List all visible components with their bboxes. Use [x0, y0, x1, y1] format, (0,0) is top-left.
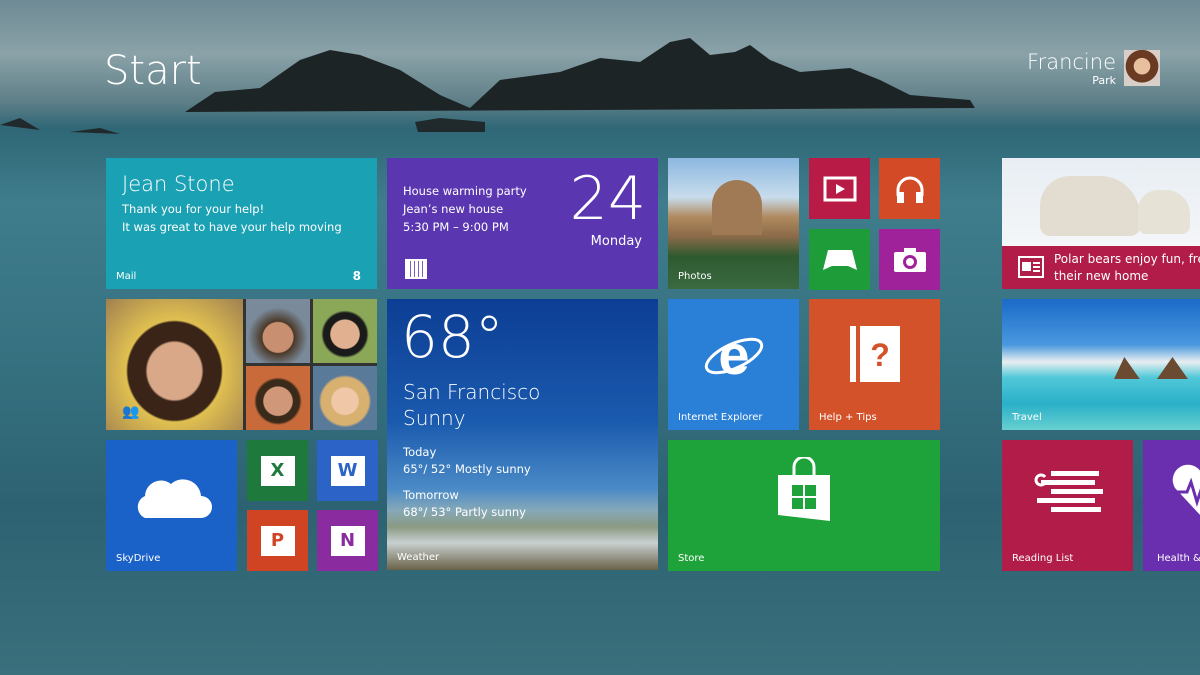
today-forecast: 65°/ 52° Mostly sunny — [403, 462, 531, 476]
person-photo — [313, 366, 377, 430]
tile-weather[interactable]: 68° San Francisco Sunny Today 65°/ 52° M… — [387, 299, 658, 570]
tile-label: Help + Tips — [819, 412, 877, 423]
polar-bears-image — [1002, 158, 1200, 246]
news-icon — [1018, 256, 1044, 278]
rotunda-image — [712, 180, 762, 235]
condition: Sunny — [403, 406, 466, 430]
help-book-icon: ? — [849, 326, 900, 383]
page-title: Start — [104, 48, 202, 94]
weather-summary: San Francisco Sunny — [403, 379, 540, 431]
user-last-name: Park — [1092, 74, 1116, 87]
tile-onenote[interactable]: N — [317, 510, 378, 571]
tile-store[interactable]: Store — [668, 440, 940, 571]
svg-text:?: ? — [870, 337, 890, 373]
event-title: House warming party — [403, 184, 527, 198]
tile-calendar[interactable]: House warming party Jean’s new house 5:3… — [387, 158, 658, 289]
heart-icon — [1172, 464, 1200, 515]
tile-people[interactable]: 👥 — [106, 299, 377, 430]
reading-list-icon — [1034, 471, 1103, 513]
user-first-name: Francine — [1027, 50, 1116, 74]
event-time: 5:30 PM – 9:00 PM — [403, 220, 509, 234]
tile-label: Mail — [116, 271, 137, 282]
xbox-controller-icon — [822, 249, 857, 270]
tile-label: Weather — [397, 552, 440, 563]
calendar-icon — [405, 259, 427, 279]
tile-camera[interactable] — [879, 229, 940, 290]
camera-icon — [893, 247, 926, 272]
tile-music[interactable] — [879, 158, 940, 219]
tomorrow-forecast: 68°/ 53° Partly sunny — [403, 505, 526, 519]
tile-news[interactable]: Polar bears enjoy fun, free their new ho… — [1002, 158, 1200, 289]
mail-sender: Jean Stone — [122, 172, 235, 196]
person-photo — [246, 366, 310, 430]
tile-word[interactable]: W — [317, 440, 378, 501]
tile-travel[interactable]: Travel — [1002, 299, 1200, 430]
tile-internet-explorer[interactable]: e Internet Explorer — [668, 299, 799, 430]
user-account[interactable]: Francine Park — [1027, 50, 1160, 87]
mail-preview: Thank you for your help! It was great to… — [122, 200, 342, 236]
video-icon — [823, 176, 856, 201]
tile-excel[interactable]: X — [247, 440, 308, 501]
forecast: Today 65°/ 52° Mostly sunny Tomorrow 68°… — [403, 444, 531, 521]
current-temperature: 68° — [401, 303, 504, 371]
tile-health[interactable]: Health & — [1143, 440, 1200, 571]
tile-powerpoint[interactable]: P — [247, 510, 308, 571]
tile-label: Health & — [1157, 553, 1200, 564]
headline-line-1: Polar bears enjoy fun, free — [1054, 252, 1200, 266]
tile-label: Travel — [1012, 412, 1042, 423]
tile-label: SkyDrive — [116, 553, 161, 564]
day-number: 24 — [569, 164, 646, 234]
internet-explorer-icon: e — [704, 326, 763, 382]
people-icon: 👥 — [122, 404, 140, 420]
tomorrow-label: Tomorrow — [403, 488, 459, 502]
word-icon: W — [330, 455, 365, 486]
news-headline: Polar bears enjoy fun, free their new ho… — [1054, 251, 1200, 285]
tile-video[interactable] — [809, 158, 870, 219]
event-details: House warming party Jean’s new house 5:3… — [403, 182, 527, 236]
event-location: Jean’s new house — [403, 202, 504, 216]
cloud-icon — [137, 479, 212, 519]
excel-icon: X — [260, 455, 295, 486]
tile-label: Photos — [678, 271, 712, 282]
headline-line-2: their new home — [1054, 269, 1149, 283]
person-photo — [313, 299, 377, 363]
person-photo — [246, 299, 310, 363]
mail-line-2: It was great to have your help moving — [122, 220, 342, 234]
weekday: Monday — [590, 234, 642, 249]
headphones-icon — [896, 176, 923, 203]
tile-games[interactable] — [809, 229, 870, 290]
huts-image — [1114, 357, 1200, 379]
onenote-icon: N — [330, 525, 365, 556]
tile-mail[interactable]: Jean Stone Thank you for your help! It w… — [106, 158, 377, 289]
tile-label: Store — [678, 553, 705, 564]
tile-skydrive[interactable]: SkyDrive — [106, 440, 237, 571]
today-label: Today — [403, 445, 437, 459]
unread-count-badge: 8 — [352, 269, 361, 283]
tile-photos[interactable]: Photos — [668, 158, 799, 289]
tile-label: Internet Explorer — [678, 412, 763, 423]
tile-help-tips[interactable]: ? Help + Tips — [809, 299, 940, 430]
tile-label: Reading List — [1012, 553, 1074, 564]
powerpoint-icon: P — [260, 525, 295, 556]
avatar — [1124, 50, 1160, 86]
city: San Francisco — [403, 380, 541, 404]
tile-reading-list[interactable]: Reading List — [1002, 440, 1133, 571]
mail-line-1: Thank you for your help! — [122, 202, 265, 216]
store-bag-icon — [778, 457, 830, 522]
